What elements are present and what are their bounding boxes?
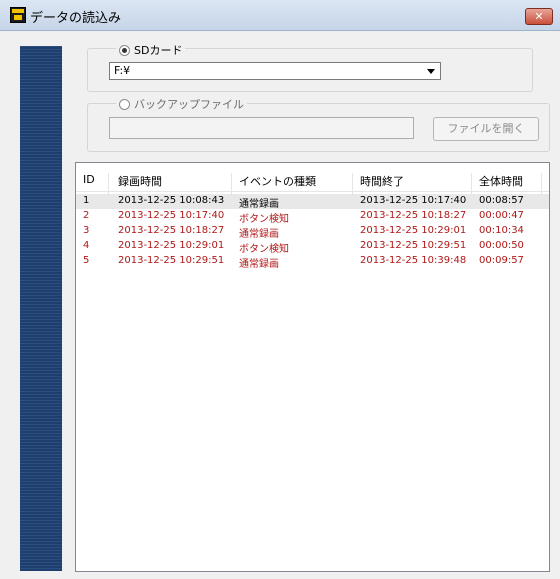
col-header-end-time[interactable]: 時間終了	[360, 173, 404, 189]
cell-end-time: 2013-12-25 10:39:48	[360, 255, 467, 266]
sd-card-label: SDカード	[134, 44, 183, 57]
column-divider[interactable]	[541, 173, 542, 195]
window-title: データの読込み	[30, 11, 122, 26]
radio-unchecked-icon	[119, 98, 130, 110]
recording-list[interactable]: ID 録画時間 イベントの種類 時間終了 全体時間 1 2013-12-25 1…	[75, 162, 550, 572]
cell-rec-time: 2013-12-25 10:29:01	[118, 240, 225, 251]
drive-select[interactable]: F:¥	[109, 62, 441, 80]
chevron-down-icon	[427, 69, 435, 74]
cell-total: 00:09:57	[479, 255, 524, 266]
cell-rec-time: 2013-12-25 10:17:40	[118, 210, 225, 221]
radio-checked-icon	[119, 44, 130, 56]
backup-file-label: バックアップファイル	[134, 98, 244, 111]
column-divider[interactable]	[108, 173, 109, 195]
open-file-button[interactable]: ファイルを開く	[433, 117, 539, 141]
table-row[interactable]: 2 2013-12-25 10:17:40 ボタン検知 2013-12-25 1…	[76, 209, 549, 225]
sd-card-radio[interactable]: SDカード	[116, 42, 186, 58]
drive-select-value: F:¥	[114, 64, 131, 77]
cell-total: 00:00:50	[479, 240, 524, 251]
table-row[interactable]: 4 2013-12-25 10:29:01 ボタン検知 2013-12-25 1…	[76, 239, 549, 255]
col-header-total[interactable]: 全体時間	[479, 173, 523, 189]
cell-id: 4	[83, 240, 90, 251]
cell-id: 1	[83, 195, 90, 206]
col-header-event[interactable]: イベントの種類	[239, 173, 316, 189]
cell-rec-time: 2013-12-25 10:29:51	[118, 255, 225, 266]
side-banner	[20, 46, 62, 571]
cell-event: 通常録画	[239, 259, 279, 270]
cell-event: 通常録画	[239, 229, 279, 240]
backup-file-radio[interactable]: バックアップファイル	[116, 96, 247, 112]
table-row[interactable]: 1 2013-12-25 10:08:43 通常録画 2013-12-25 10…	[76, 194, 549, 210]
cell-total: 00:00:47	[479, 210, 524, 221]
column-divider[interactable]	[471, 173, 472, 195]
cell-id: 2	[83, 210, 90, 221]
cell-total: 00:10:34	[479, 225, 524, 236]
cell-event: ボタン検知	[239, 214, 289, 225]
cell-rec-time: 2013-12-25 10:18:27	[118, 225, 225, 236]
cell-id: 3	[83, 225, 90, 236]
cell-event: ボタン検知	[239, 244, 289, 255]
list-header: ID 録画時間 イベントの種類 時間終了 全体時間	[76, 169, 549, 195]
cell-rec-time: 2013-12-25 10:08:43	[118, 195, 225, 206]
title-bar: データの読込み ✕	[0, 0, 560, 31]
app-icon	[10, 7, 26, 23]
column-divider[interactable]	[352, 173, 353, 195]
load-data-dialog: データの読込み ✕ SDカード F:¥ バックアップファイル ファイルを開く I…	[0, 0, 560, 579]
col-header-rec-time[interactable]: 録画時間	[118, 173, 162, 189]
cell-end-time: 2013-12-25 10:18:27	[360, 210, 467, 221]
cell-total: 00:08:57	[479, 195, 524, 206]
close-button[interactable]: ✕	[525, 8, 553, 25]
cell-id: 5	[83, 255, 90, 266]
column-divider[interactable]	[231, 173, 232, 195]
table-row[interactable]: 5 2013-12-25 10:29:51 通常録画 2013-12-25 10…	[76, 254, 549, 270]
backup-path-input[interactable]	[109, 117, 414, 139]
cell-end-time: 2013-12-25 10:29:01	[360, 225, 467, 236]
table-row[interactable]: 3 2013-12-25 10:18:27 通常録画 2013-12-25 10…	[76, 224, 549, 240]
cell-end-time: 2013-12-25 10:29:51	[360, 240, 467, 251]
cell-end-time: 2013-12-25 10:17:40	[360, 195, 467, 206]
cell-event: 通常録画	[239, 199, 279, 210]
col-header-id[interactable]: ID	[83, 173, 95, 186]
